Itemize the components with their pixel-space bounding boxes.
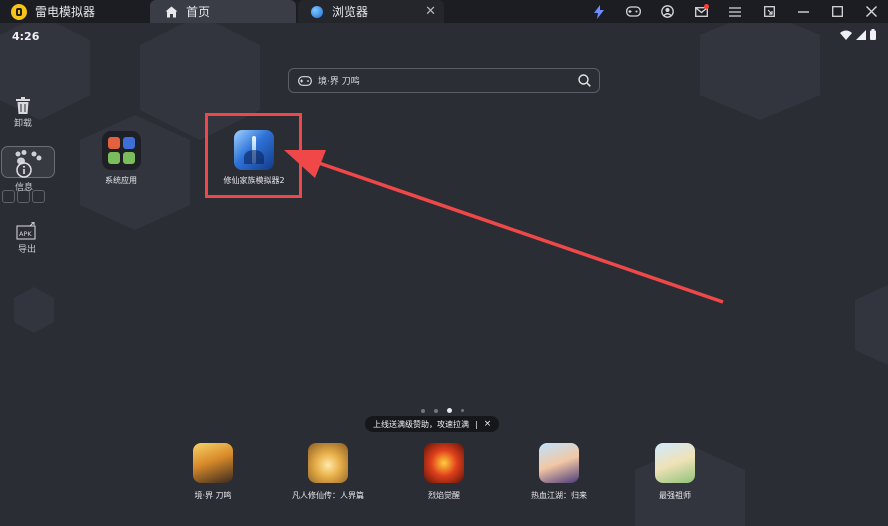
dock-app-name: 热血江湖：归来 [531,491,587,500]
dock-app-name: 凡人修仙传：人界篇 [292,491,364,500]
dock-app-fanren-xiuxian[interactable]: 凡人修仙传：人界篇 [278,443,378,501]
game-icon [539,443,579,483]
game-icon [308,443,348,483]
game-icon [655,443,695,483]
game-icon [193,443,233,483]
promo-close-button[interactable]: × [484,419,492,429]
dock-app-lieyan-juexing[interactable]: 烈焰觉醒 [394,443,494,501]
dock-app-name: 烈焰觉醒 [428,491,460,500]
dock-app-jingjie-daoming[interactable]: 境·界 刀鸣 [163,443,263,501]
promo-text: 上线送满级赞助，攻速拉满 [373,419,469,429]
page-dot[interactable] [421,408,425,413]
promo-separator: | [475,419,478,429]
dock-app-name: 境·界 刀鸣 [194,491,232,500]
promo-banner[interactable]: 上线送满级赞助，攻速拉满 | × [365,416,500,432]
game-icon [424,443,464,483]
dock-app-rexue-jianghu[interactable]: 热血江湖：归来 [509,443,609,501]
dock-app-zuiqiang-zushi[interactable]: 最强祖师 [625,443,725,501]
page-dot[interactable] [461,409,464,412]
page-dot[interactable] [434,408,438,413]
page-dot-active[interactable] [447,408,452,413]
dock-app-name: 最强祖师 [659,491,691,500]
page-indicator [421,408,464,413]
